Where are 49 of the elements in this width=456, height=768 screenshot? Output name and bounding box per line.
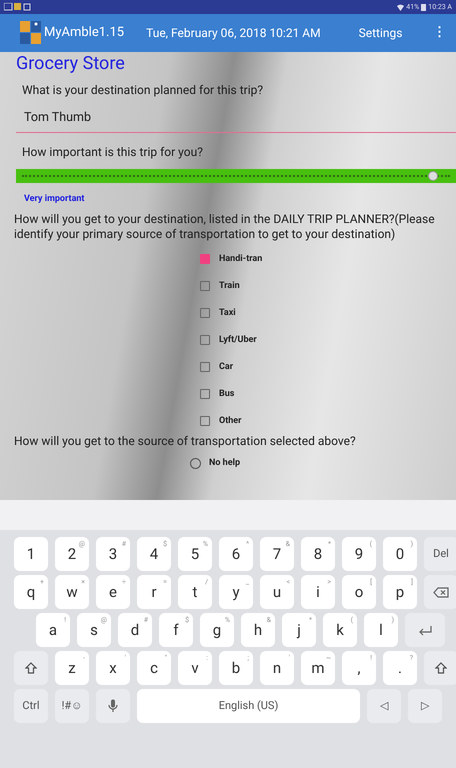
- checkbox[interactable]: [200, 389, 210, 400]
- keyboard-key[interactable]: ▷: [408, 689, 442, 723]
- backspace-icon: [433, 586, 449, 598]
- checkbox[interactable]: [200, 254, 210, 264]
- checkbox-option[interactable]: Other: [200, 412, 456, 430]
- question-text: How important is this trip for you?: [22, 144, 204, 161]
- overflow-menu-button[interactable]: ⋮: [433, 23, 446, 43]
- notification-icons: [4, 3, 32, 11]
- app-title: MyAmble1.15: [44, 24, 124, 42]
- importance-answer: Very important: [24, 192, 86, 206]
- date-time: Tue, February 06, 2018 10:21 AM: [146, 25, 321, 42]
- shift-key[interactable]: [424, 651, 456, 685]
- keyboard-key[interactable]: 1: [14, 537, 48, 571]
- wifi-icon: [397, 4, 404, 10]
- backspace-key[interactable]: [424, 575, 456, 609]
- destination-field[interactable]: Tom Thumb: [16, 109, 456, 133]
- keyboard-key[interactable]: ◁: [367, 689, 401, 723]
- keyboard-key[interactable]: Del: [424, 537, 456, 571]
- slider-thumb[interactable]: [428, 170, 438, 181]
- app-logo-icon: [20, 21, 42, 45]
- enter-icon: [417, 624, 433, 636]
- radio-button[interactable]: [190, 458, 201, 469]
- question-text: What is your destination planned for this trip?: [22, 82, 264, 99]
- checkbox[interactable]: [200, 416, 210, 426]
- keyboard-key[interactable]: !#☺: [55, 689, 89, 723]
- space-bar[interactable]: English (US): [137, 689, 360, 723]
- checkbox[interactable]: [200, 362, 210, 372]
- checkbox-option[interactable]: Taxi: [200, 304, 456, 322]
- battery-icon: [421, 3, 426, 11]
- checkbox-option[interactable]: Handi-tran: [200, 250, 456, 268]
- question-text: How will you get to your destination, listed in the DAILY TRIP PLANNER?(Please identify your primary source of transportation to get to your destination): [14, 212, 436, 242]
- importance-slider[interactable]: [16, 168, 456, 183]
- checkbox-option[interactable]: Lyft/Uber: [200, 331, 456, 350]
- question-text: How will you get to the source of transportation selected above?: [14, 433, 357, 450]
- microphone-key[interactable]: [96, 689, 130, 723]
- checkbox[interactable]: [200, 335, 210, 346]
- settings-button[interactable]: Settings: [358, 24, 402, 42]
- keyboard-key[interactable]: Ctrl: [14, 689, 48, 723]
- checkbox-option[interactable]: Bus: [200, 385, 456, 404]
- radio-option[interactable]: No help: [190, 454, 456, 472]
- microphone-icon: [108, 699, 118, 713]
- page-title: Grocery Store: [16, 52, 126, 75]
- shift-icon: [435, 662, 447, 674]
- shift-icon: [25, 662, 37, 674]
- shift-key[interactable]: [14, 651, 48, 685]
- checkbox[interactable]: [200, 308, 210, 318]
- checkbox-option[interactable]: Train: [200, 277, 456, 296]
- checkbox-option[interactable]: Car: [200, 358, 456, 376]
- checkbox[interactable]: [200, 281, 210, 292]
